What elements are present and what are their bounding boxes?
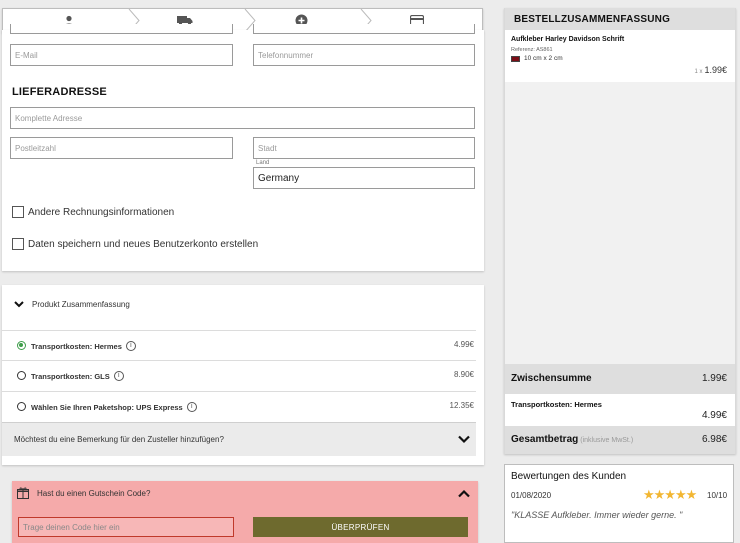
country-select[interactable]: Germany: [253, 167, 475, 189]
customer-reviews: Bewertungen des Kunden 01/08/2020 ★★★★★ …: [504, 464, 734, 543]
shipping-radio-hermes[interactable]: [17, 341, 26, 350]
voucher-panel: Hast du einen Gutschein Code? Trage dein…: [12, 481, 478, 543]
product-price: 1.99€: [704, 65, 727, 75]
shipping-option-price: 4.99€: [453, 340, 474, 349]
delivery-address-title: LIEFERADRESSE: [12, 86, 107, 98]
phone-field[interactable]: Telefonnummer: [253, 44, 475, 66]
zip-field[interactable]: Postleitzahl: [10, 137, 233, 159]
info-icon[interactable]: i: [186, 402, 197, 412]
courier-remark-toggle[interactable]: Möchtest du eine Bemerkung für den Zuste…: [2, 422, 476, 456]
product-reference: Referenz: AS861: [511, 47, 553, 53]
shipping-option-ups[interactable]: Wählen Sie Ihren Paketshop: UPS Express i…: [2, 391, 476, 421]
save-account-checkbox-row[interactable]: Daten speichern und neues Benutzerkonto …: [12, 238, 258, 250]
email-placeholder: E-Mail: [15, 50, 38, 60]
billing-checkbox[interactable]: [12, 206, 24, 218]
address-form-card: E-Mail Telefonnummer LIEFERADRESSE Kompl…: [2, 24, 484, 271]
address-placeholder: Komplette Adresse: [15, 113, 83, 123]
product-summary-label: Produkt Zusammenfassung: [32, 299, 130, 309]
save-account-checkbox-label: Daten speichern und neues Benutzerkonto …: [28, 238, 259, 250]
product-qty: 1 x: [694, 69, 703, 75]
shipping-option-label: Wählen Sie Ihren Paketshop: UPS Express i: [31, 402, 197, 412]
total-row: Gesamtbetrag (inklusive MwSt.) 6.98€: [505, 426, 735, 454]
billing-checkbox-label: Andere Rechnungsinformationen: [28, 206, 175, 218]
surname-field-partial[interactable]: [253, 24, 475, 34]
info-icon[interactable]: i: [113, 371, 124, 381]
review-text: "KLASSE Aufkleber. Immer wieder gerne. ": [511, 510, 683, 520]
color-swatch: [511, 55, 520, 62]
star-rating-icon: ★★★★★: [643, 487, 697, 502]
product-qty-price: 1 x 1.99€: [694, 65, 727, 75]
order-summary-title: BESTELLZUSAMMENFASSUNG: [514, 14, 671, 25]
shipping-option-label: Transportkosten: GLS i: [31, 371, 124, 381]
order-summary-header: BESTELLZUSAMMENFASSUNG: [505, 8, 735, 30]
shipping-card: Produkt Zusammenfassung Transportkosten:…: [2, 285, 484, 465]
shipping-radio-gls[interactable]: [17, 371, 26, 380]
zip-placeholder: Postleitzahl: [15, 143, 56, 153]
country-label: Land: [256, 160, 270, 166]
review-score: 10/10: [707, 491, 728, 500]
city-placeholder: Stadt: [258, 143, 277, 153]
total-value: 6.98€: [701, 434, 727, 445]
gift-icon: [17, 487, 29, 499]
shipping-option-price: 8.90€: [453, 370, 474, 379]
total-note: (inklusive MwSt.): [580, 437, 634, 444]
shipping-option-price: 12.35€: [449, 401, 474, 410]
shipping-cost-row: Transportkosten: Hermes 4.99€: [505, 394, 735, 426]
shipping-option-gls[interactable]: Transportkosten: GLS i 8.90€: [2, 360, 476, 390]
name-field-partial[interactable]: [10, 24, 233, 34]
summary-product-item: Aufkleber Harley Davidson Schrift Refere…: [505, 30, 735, 82]
shipping-option-label: Transportkosten: Hermes i: [31, 341, 136, 351]
address-field[interactable]: Komplette Adresse: [10, 107, 475, 129]
chevron-down-icon: [458, 435, 470, 444]
product-size: 10 cm x 2 cm: [524, 55, 563, 62]
verify-voucher-button[interactable]: ÜBERPRÜFEN: [253, 517, 468, 537]
voucher-header[interactable]: Hast du einen Gutschein Code?: [12, 487, 478, 503]
voucher-placeholder: Trage deinen Code hier ein: [23, 522, 120, 532]
courier-remark-label: Möchtest du eine Bemerkung für den Zuste…: [14, 435, 224, 444]
info-icon[interactable]: i: [125, 341, 136, 351]
product-summary-toggle[interactable]: Produkt Zusammenfassung: [14, 299, 130, 309]
total-label: Gesamtbetrag (inklusive MwSt.): [511, 434, 634, 445]
city-field[interactable]: Stadt: [253, 137, 475, 159]
product-name[interactable]: Aufkleber Harley Davidson Schrift: [511, 36, 624, 43]
phone-placeholder: Telefonnummer: [258, 50, 314, 60]
order-summary: BESTELLZUSAMMENFASSUNG Aufkleber Harley …: [504, 8, 736, 454]
save-account-checkbox[interactable]: [12, 238, 24, 250]
voucher-code-input[interactable]: Trage deinen Code hier ein: [18, 517, 234, 537]
subtotal-value: 1.99€: [701, 373, 727, 384]
country-value: Germany: [258, 172, 300, 184]
chevron-up-icon: [458, 489, 470, 498]
shipping-cost-label: Transportkosten: Hermes: [511, 400, 602, 409]
email-field[interactable]: E-Mail: [10, 44, 233, 66]
review-date: 01/08/2020: [511, 491, 552, 500]
chevron-down-icon: [14, 301, 24, 308]
shipping-cost-value: 4.99€: [701, 410, 727, 421]
reviews-title: Bewertungen des Kunden: [511, 471, 627, 482]
voucher-title: Hast du einen Gutschein Code?: [37, 489, 151, 498]
shipping-radio-ups[interactable]: [17, 402, 26, 411]
subtotal-row: Zwischensumme 1.99€: [505, 364, 735, 394]
product-variant: 10 cm x 2 cm: [511, 55, 563, 62]
subtotal-label: Zwischensumme: [511, 373, 592, 384]
billing-checkbox-row[interactable]: Andere Rechnungsinformationen: [12, 206, 174, 218]
shipping-option-hermes[interactable]: Transportkosten: Hermes i 4.99€: [2, 330, 476, 360]
